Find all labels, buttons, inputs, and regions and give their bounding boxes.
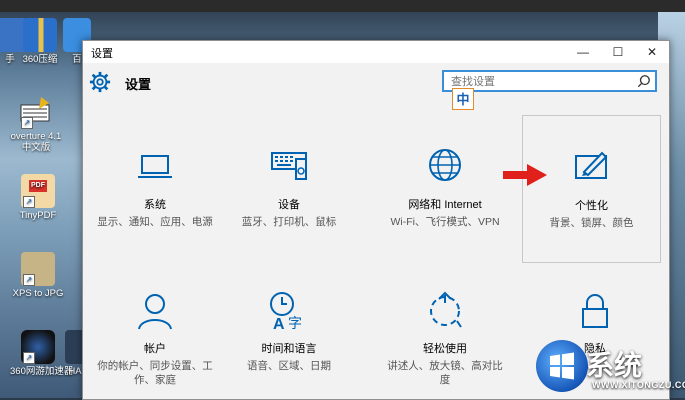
desktop-icon-tinypdf[interactable]: PDF ↗ TinyPDF [10, 174, 66, 221]
tile-personalization-name: 个性化 [575, 200, 608, 212]
tile-ease-of-access-desc: 讲述人、放大镜、高对比度 [387, 360, 503, 386]
tile-time-language-name: 时间和语言 [261, 343, 317, 355]
watermark-brand: 系统 [586, 350, 643, 381]
ime-indicator[interactable]: 中 [452, 88, 474, 110]
search-box[interactable] [442, 70, 657, 92]
tile-accounts[interactable]: 帐户 你的帐户、同步设置、工作、家庭 [89, 291, 221, 387]
person-icon [138, 294, 172, 330]
tile-accounts-name: 帐户 [144, 343, 166, 355]
tile-accounts-desc: 你的帐户、同步设置、工作、家庭 [97, 360, 213, 386]
svg-text:字: 字 [288, 316, 302, 331]
svg-text:A: A [273, 316, 285, 331]
top-strip [0, 0, 685, 12]
tile-personalization-desc: 背景、锁屏、颜色 [549, 217, 634, 229]
watermark-url: WWW.XITONGZU.COM [592, 380, 685, 390]
shortcut-arrow-icon: ↗ [23, 274, 35, 286]
desktop-icon-360-accelerator[interactable]: ↗ 360网游加速器 [10, 330, 73, 377]
tile-time-language[interactable]: A 字 时间和语言 语音、区域、日期 [223, 291, 355, 373]
tile-system[interactable]: 系统 显示、通知、应用、电源 [89, 147, 221, 229]
minimize-button[interactable]: — [566, 41, 600, 63]
ease-of-access-icon [430, 291, 462, 328]
windows-logo-icon [536, 340, 588, 392]
shortcut-arrow-icon: ↗ [23, 352, 35, 364]
tile-network-desc: Wi-Fi、飞行模式、VPN [390, 216, 500, 228]
rocket-icon: ↗ [21, 330, 55, 364]
shortcut-arrow-icon: ↗ [21, 117, 33, 129]
maximize-button[interactable]: ☐ [601, 41, 635, 63]
pdf-icon: PDF ↗ [21, 174, 55, 208]
gear-icon [89, 71, 111, 93]
tile-devices-desc: 蓝牙、打印机、鼠标 [241, 216, 337, 228]
personalization-icon [574, 151, 607, 179]
close-button[interactable]: ✕ [635, 41, 669, 63]
time-language-icon: A 字 [270, 292, 302, 333]
tile-personalization[interactable]: 个性化 背景、锁屏、颜色 [522, 115, 661, 263]
tile-ease-of-access-name: 轻松使用 [423, 343, 467, 355]
search-icon[interactable] [637, 74, 651, 88]
red-arrow-annotation [503, 164, 547, 186]
desktop-icon-360zip[interactable]: 360压缩 [12, 18, 68, 65]
desktop-icon-xps-to-jpg[interactable]: ↗ XPS to JPG [10, 252, 66, 299]
devices-icon [271, 152, 307, 180]
desktop-icon-overture[interactable]: ↗ overture 4.1 中文版 [8, 95, 64, 153]
page-title: 设置 [125, 77, 152, 92]
search-input[interactable] [449, 72, 633, 92]
music-note-icon: ↗ [19, 95, 53, 129]
zip-icon [23, 18, 57, 52]
title-bar[interactable]: 设置 — ☐ ✕ [83, 41, 669, 63]
lock-icon [582, 294, 608, 328]
tile-network[interactable]: 网络和 Internet Wi-Fi、飞行模式、VPN [379, 147, 511, 229]
laptop-icon [138, 155, 172, 178]
globe-icon [429, 149, 461, 181]
tile-devices[interactable]: 设备 蓝牙、打印机、鼠标 [223, 147, 355, 229]
window-title: 设置 [91, 48, 113, 60]
folder-icon: ↗ [21, 252, 55, 286]
tile-system-desc: 显示、通知、应用、电源 [97, 216, 213, 228]
tile-network-name: 网络和 Internet [408, 199, 482, 211]
tile-system-name: 系统 [144, 199, 166, 211]
shortcut-arrow-icon: ↗ [23, 196, 35, 208]
tile-devices-name: 设备 [278, 199, 300, 211]
tile-ease-of-access[interactable]: 轻松使用 讲述人、放大镜、高对比度 [379, 291, 511, 387]
settings-header: 设置 [83, 63, 669, 113]
watermark-logo: 系统 WWW.XITONGZU.COM [530, 338, 685, 398]
tile-time-language-desc: 语音、区域、日期 [247, 360, 331, 372]
